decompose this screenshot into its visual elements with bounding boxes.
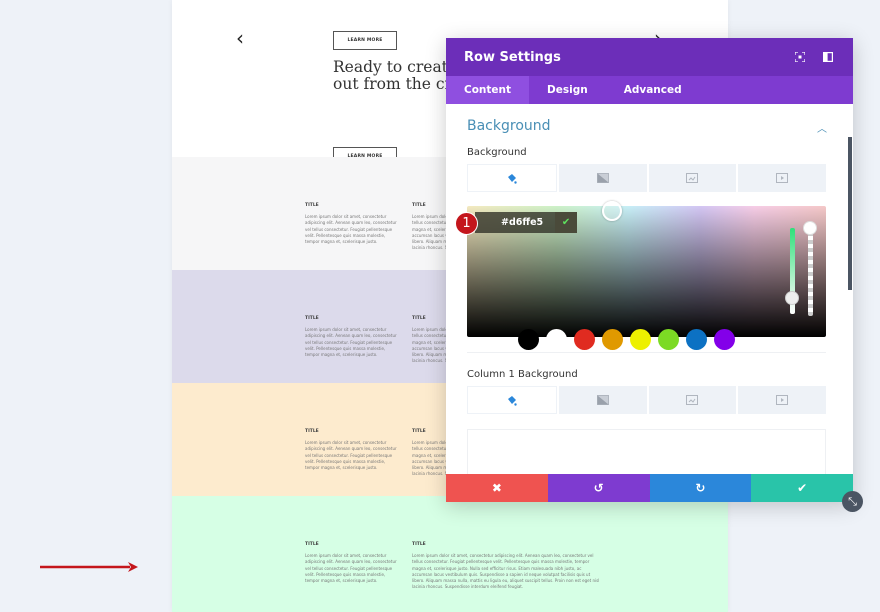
color-picker-handle[interactable] xyxy=(602,201,622,221)
color-fill-tab[interactable] xyxy=(467,386,557,414)
color-swatch[interactable] xyxy=(714,329,735,350)
undo-button[interactable]: ↺ xyxy=(547,474,650,502)
resize-handle-icon[interactable]: ⤡ xyxy=(842,491,863,512)
color-fill-tab[interactable] xyxy=(467,164,557,192)
column1-background-type-tabs xyxy=(467,386,826,414)
cancel-button[interactable]: ✖ xyxy=(446,474,548,502)
hue-slider-handle[interactable] xyxy=(785,291,799,305)
column-text: Lorem ipsum dolor sit amet, consectetur … xyxy=(305,214,397,245)
column-title: TITLE xyxy=(412,542,426,547)
modal-body: Background ︿ Background #d6ffe5 ✔ 1 Colu… xyxy=(446,104,853,474)
confirm-color-button[interactable]: ✔ xyxy=(555,212,578,233)
hex-input-group: #d6ffe5 ✔ xyxy=(475,212,578,233)
color-swatch[interactable] xyxy=(518,329,539,350)
opacity-slider-handle[interactable] xyxy=(803,221,817,235)
video-icon xyxy=(776,395,789,405)
modal-footer: ✖ ↺ ↻ ✔ xyxy=(446,474,853,502)
column1-color-picker-area[interactable] xyxy=(467,429,826,474)
image-icon xyxy=(686,173,699,183)
color-swatches xyxy=(518,329,735,350)
save-button[interactable]: ✔ xyxy=(751,474,853,502)
modal-title: Row Settings xyxy=(464,49,561,65)
column-text: Lorem ipsum dolor sit amet, consectetur … xyxy=(412,553,600,590)
column-title: TITLE xyxy=(305,203,319,208)
modal-scrollbar[interactable] xyxy=(848,137,852,290)
modal-tabs: Content Design Advanced xyxy=(446,76,853,104)
color-swatch[interactable] xyxy=(574,329,595,350)
annotation-arrow-icon xyxy=(40,562,138,572)
hex-value-input[interactable]: #d6ffe5 xyxy=(475,212,556,233)
image-icon xyxy=(686,395,699,405)
gradient-icon xyxy=(596,173,609,183)
step-number-badge: 1 xyxy=(455,212,478,235)
video-tab[interactable] xyxy=(738,386,826,414)
column: TITLE Lorem ipsum dolor sit amet, consec… xyxy=(305,542,397,584)
gradient-tab[interactable] xyxy=(558,386,647,414)
column-title: TITLE xyxy=(305,542,319,547)
section-title-background[interactable]: Background xyxy=(467,118,551,134)
learn-more-button[interactable]: LEARN MORE xyxy=(333,31,397,50)
video-tab[interactable] xyxy=(738,164,826,192)
column-title: TITLE xyxy=(305,429,319,434)
opacity-slider[interactable] xyxy=(808,228,813,316)
focus-icon[interactable] xyxy=(793,50,807,64)
video-icon xyxy=(776,173,789,183)
modal-header[interactable]: Row Settings xyxy=(446,38,853,76)
column-title: TITLE xyxy=(305,316,319,321)
background-label: Background xyxy=(467,147,527,158)
color-fill-icon xyxy=(508,173,518,184)
gradient-icon xyxy=(596,395,609,405)
color-picker-saturation[interactable]: #d6ffe5 ✔ xyxy=(467,201,826,337)
tab-content[interactable]: Content xyxy=(446,76,530,104)
row-settings-modal: Row Settings Content Design Advanced Bac… xyxy=(446,38,853,502)
column1-background-label: Column 1 Background xyxy=(467,369,578,380)
tab-advanced[interactable]: Advanced xyxy=(606,76,700,104)
tab-design[interactable]: Design xyxy=(529,76,606,104)
column-text: Lorem ipsum dolor sit amet, consectetur … xyxy=(305,553,397,584)
color-swatch[interactable] xyxy=(546,329,567,350)
color-swatch[interactable] xyxy=(686,329,707,350)
content-row-selected[interactable]: TITLE Lorem ipsum dolor sit amet, consec… xyxy=(172,496,728,612)
color-swatch[interactable] xyxy=(658,329,679,350)
color-swatch[interactable] xyxy=(602,329,623,350)
color-fill-icon xyxy=(508,395,518,406)
divider xyxy=(467,352,826,353)
column: TITLE Lorem ipsum dolor sit amet, consec… xyxy=(305,316,397,358)
image-tab[interactable] xyxy=(648,164,737,192)
redo-button[interactable]: ↻ xyxy=(649,474,752,502)
column-text: Lorem ipsum dolor sit amet, consectetur … xyxy=(305,440,397,471)
slider-prev-arrow[interactable]: ‹ xyxy=(236,26,244,50)
image-tab[interactable] xyxy=(648,386,737,414)
column: TITLE Lorem ipsum dolor sit amet, consec… xyxy=(305,429,397,471)
column-text: Lorem ipsum dolor sit amet, consectetur … xyxy=(305,327,397,358)
column: TITLE Lorem ipsum dolor sit amet, consec… xyxy=(305,203,397,245)
sidebar-layout-icon[interactable] xyxy=(821,50,835,64)
column: TITLE Lorem ipsum dolor sit amet, consec… xyxy=(412,542,602,591)
gradient-tab[interactable] xyxy=(558,164,647,192)
chevron-up-icon[interactable]: ︿ xyxy=(817,120,827,135)
background-type-tabs xyxy=(467,164,826,192)
color-swatch[interactable] xyxy=(630,329,651,350)
